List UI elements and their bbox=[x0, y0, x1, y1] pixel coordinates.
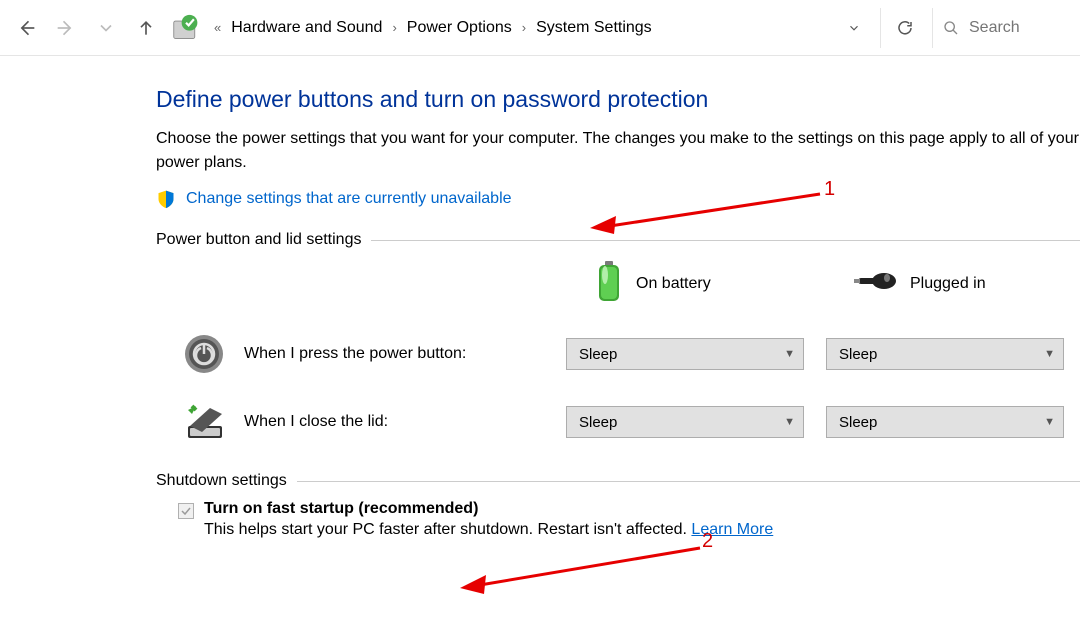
column-plugged-in: Plugged in bbox=[826, 267, 1080, 300]
plug-icon bbox=[854, 267, 898, 300]
chevron-down-icon: ▼ bbox=[1044, 416, 1055, 428]
lid-icon bbox=[182, 400, 226, 444]
fast-startup-row: Turn on fast startup (recommended) bbox=[178, 500, 1080, 519]
change-settings-row: Change settings that are currently unava… bbox=[156, 189, 1080, 209]
dropdown-power-button-plugged[interactable]: Sleep ▼ bbox=[826, 338, 1064, 370]
shutdown-block: Turn on fast startup (recommended) This … bbox=[166, 500, 1080, 539]
fast-startup-label: Turn on fast startup (recommended) bbox=[204, 500, 478, 518]
dropdown-power-button-battery[interactable]: Sleep ▼ bbox=[566, 338, 804, 370]
annotation-label-1: 1 bbox=[824, 178, 835, 201]
recent-locations-button[interactable] bbox=[88, 10, 124, 46]
chevron-right-icon: › bbox=[518, 20, 530, 35]
shield-icon bbox=[156, 189, 176, 209]
dropdown-value: Sleep bbox=[839, 414, 877, 431]
divider bbox=[371, 240, 1080, 241]
fast-startup-desc-text: This helps start your PC faster after sh… bbox=[204, 521, 691, 538]
fast-startup-checkbox[interactable] bbox=[178, 503, 194, 519]
page-title: Define power buttons and turn on passwor… bbox=[156, 86, 1080, 113]
search-icon bbox=[943, 20, 959, 36]
breadcrumb-power-options[interactable]: Power Options bbox=[407, 19, 512, 37]
power-grid: On battery Plugged in When I press the p… bbox=[166, 259, 1080, 444]
up-button[interactable] bbox=[128, 10, 164, 46]
column-plugged-label: Plugged in bbox=[910, 275, 986, 293]
column-battery-label: On battery bbox=[636, 275, 711, 293]
chevron-right-icon: › bbox=[388, 20, 400, 35]
dropdown-value: Sleep bbox=[579, 346, 617, 363]
dropdown-lid-plugged[interactable]: Sleep ▼ bbox=[826, 406, 1064, 438]
dropdown-value: Sleep bbox=[839, 346, 877, 363]
forward-button[interactable] bbox=[48, 10, 84, 46]
battery-icon bbox=[594, 259, 624, 308]
chevron-left-icon: « bbox=[210, 20, 225, 35]
chevron-down-icon: ▼ bbox=[784, 348, 795, 360]
column-on-battery: On battery bbox=[566, 259, 826, 308]
change-settings-link[interactable]: Change settings that are currently unava… bbox=[186, 190, 512, 208]
row-close-lid-label: When I close the lid: bbox=[244, 413, 388, 431]
dropdown-value: Sleep bbox=[579, 414, 617, 431]
row-close-lid: When I close the lid: bbox=[166, 400, 566, 444]
row-power-button-label: When I press the power button: bbox=[244, 345, 466, 363]
address-dropdown-button[interactable] bbox=[836, 10, 872, 46]
search-box[interactable] bbox=[932, 8, 1072, 48]
breadcrumb[interactable]: « Hardware and Sound › Power Options › S… bbox=[210, 19, 652, 37]
breadcrumb-hardware-sound[interactable]: Hardware and Sound bbox=[231, 19, 382, 37]
search-input[interactable] bbox=[967, 18, 1047, 38]
toolbar: « Hardware and Sound › Power Options › S… bbox=[0, 0, 1080, 56]
section-shutdown: Shutdown settings bbox=[156, 472, 1080, 490]
fast-startup-desc: This helps start your PC faster after sh… bbox=[204, 521, 1080, 539]
row-power-button: When I press the power button: bbox=[166, 332, 566, 376]
refresh-button[interactable] bbox=[880, 8, 928, 48]
power-button-icon bbox=[182, 332, 226, 376]
annotation-arrow-2 bbox=[450, 540, 720, 600]
divider bbox=[297, 481, 1080, 482]
section-power-lid: Power button and lid settings bbox=[156, 231, 1080, 249]
chevron-down-icon: ▼ bbox=[1044, 348, 1055, 360]
control-panel-icon bbox=[172, 14, 200, 42]
back-button[interactable] bbox=[8, 10, 44, 46]
breadcrumb-system-settings[interactable]: System Settings bbox=[536, 19, 652, 37]
annotation-label-2: 2 bbox=[702, 530, 713, 553]
content-area: Define power buttons and turn on passwor… bbox=[0, 56, 1080, 539]
chevron-down-icon: ▼ bbox=[784, 416, 795, 428]
page-description: Choose the power settings that you want … bbox=[156, 127, 1080, 175]
dropdown-lid-battery[interactable]: Sleep ▼ bbox=[566, 406, 804, 438]
section-power-lid-label: Power button and lid settings bbox=[156, 231, 361, 249]
section-shutdown-label: Shutdown settings bbox=[156, 472, 287, 490]
